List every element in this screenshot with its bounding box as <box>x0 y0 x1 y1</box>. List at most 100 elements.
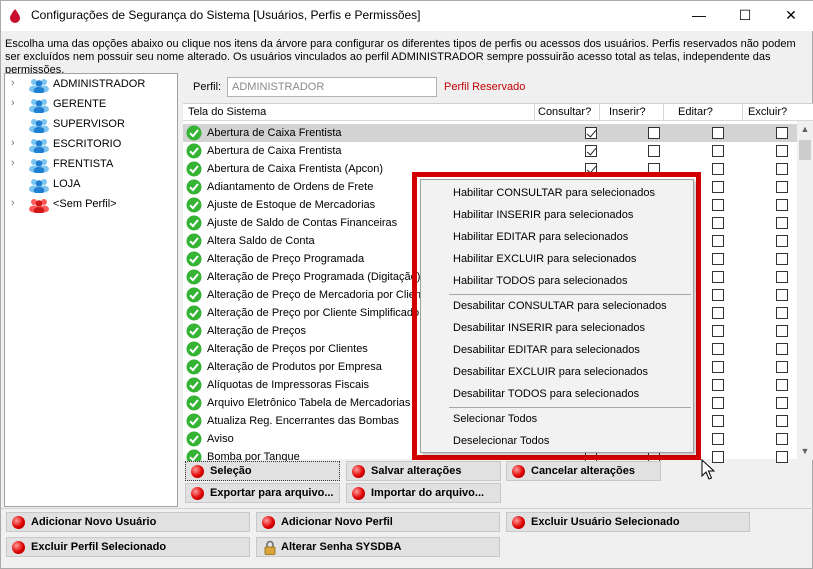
delete-checkbox[interactable] <box>776 127 788 139</box>
chevron-right-icon[interactable]: › <box>11 197 21 209</box>
delete-checkbox[interactable] <box>776 199 788 211</box>
tree-item-profile[interactable]: › ESCRITORIO <box>11 136 176 154</box>
edit-checkbox[interactable] <box>712 433 724 445</box>
edit-checkbox[interactable] <box>712 271 724 283</box>
screen-name: Alteração de Preço Programada (Digitação… <box>207 271 421 283</box>
tree-item-profile[interactable]: LOJA <box>11 176 176 194</box>
delete-checkbox[interactable] <box>776 451 788 463</box>
screen-name: Arquivo Eletrônico Tabela de Mercadorias <box>207 397 411 409</box>
column-consult[interactable]: Consultar? <box>538 106 591 118</box>
delete-checkbox[interactable] <box>776 181 788 193</box>
edit-checkbox[interactable] <box>712 361 724 373</box>
context-menu-item[interactable]: Desabilitar CONSULTAR para selecionados <box>453 300 667 312</box>
tree-item-label: ESCRITORIO <box>53 138 122 150</box>
add-profile-button[interactable]: Adicionar Novo Perfil <box>256 512 500 532</box>
context-menu-item[interactable]: Desabilitar EDITAR para selecionados <box>453 344 640 356</box>
delete-checkbox[interactable] <box>776 433 788 445</box>
column-insert[interactable]: Inserir? <box>609 106 646 118</box>
edit-checkbox[interactable] <box>712 199 724 211</box>
edit-checkbox[interactable] <box>712 253 724 265</box>
selection-button[interactable]: Seleção <box>185 461 340 481</box>
edit-checkbox[interactable] <box>712 307 724 319</box>
delete-checkbox[interactable] <box>776 253 788 265</box>
add-user-button[interactable]: Adicionar Novo Usuário <box>6 512 250 532</box>
grid-scrollbar[interactable]: ▲ ▼ <box>797 121 813 460</box>
context-menu-item[interactable]: Habilitar TODOS para selecionados <box>453 275 627 287</box>
delete-profile-button[interactable]: Excluir Perfil Selecionado <box>6 537 250 557</box>
profile-tree[interactable]: › ADMINISTRADOR › GERENTE SUPERVISOR › ESCRITO… <box>4 73 178 507</box>
edit-checkbox[interactable] <box>712 379 724 391</box>
delete-checkbox[interactable] <box>776 271 788 283</box>
tree-item-profile[interactable]: › GERENTE <box>11 96 176 114</box>
check-circle-icon <box>186 125 202 141</box>
column-screen[interactable]: Tela do Sistema <box>188 106 266 118</box>
edit-checkbox[interactable] <box>712 163 724 175</box>
insert-checkbox[interactable] <box>648 145 660 157</box>
delete-checkbox[interactable] <box>776 289 788 301</box>
delete-checkbox[interactable] <box>776 379 788 391</box>
column-delete[interactable]: Excluir? <box>748 106 787 118</box>
context-menu-item[interactable]: Selecionar Todos <box>453 413 537 425</box>
delete-checkbox[interactable] <box>776 163 788 175</box>
delete-checkbox[interactable] <box>776 235 788 247</box>
chevron-right-icon[interactable]: › <box>11 77 21 89</box>
context-menu-item[interactable]: Habilitar EXCLUIR para selecionados <box>453 253 636 265</box>
edit-checkbox[interactable] <box>712 181 724 193</box>
red-ball-icon <box>262 516 275 529</box>
consult-checkbox[interactable] <box>585 145 597 157</box>
edit-checkbox[interactable] <box>712 415 724 427</box>
context-menu-item[interactable]: Habilitar EDITAR para selecionados <box>453 231 628 243</box>
delete-checkbox[interactable] <box>776 397 788 409</box>
export-file-button[interactable]: Exportar para arquivo... <box>185 483 340 503</box>
chevron-right-icon[interactable]: › <box>11 157 21 169</box>
delete-checkbox[interactable] <box>776 217 788 229</box>
edit-checkbox[interactable] <box>712 145 724 157</box>
scroll-down-icon[interactable]: ▼ <box>797 443 813 460</box>
edit-checkbox[interactable] <box>712 325 724 337</box>
check-circle-icon <box>186 161 202 177</box>
context-menu-item[interactable]: Desabilitar INSERIR para selecionados <box>453 322 645 334</box>
scroll-up-icon[interactable]: ▲ <box>797 121 813 138</box>
column-edit[interactable]: Editar? <box>678 106 713 118</box>
cancel-changes-button[interactable]: Cancelar alterações <box>506 461 661 481</box>
delete-user-button[interactable]: Excluir Usuário Selecionado <box>506 512 750 532</box>
tree-item-profile[interactable]: › ADMINISTRADOR <box>11 76 176 94</box>
window-title: Configurações de Segurança do Sistema [U… <box>31 8 421 22</box>
context-menu-item[interactable]: Habilitar INSERIR para selecionados <box>453 209 633 221</box>
chevron-right-icon[interactable]: › <box>11 97 21 109</box>
maximize-button[interactable]: ☐ <box>722 1 768 31</box>
delete-checkbox[interactable] <box>776 145 788 157</box>
scroll-thumb[interactable] <box>799 140 811 160</box>
edit-checkbox[interactable] <box>712 397 724 409</box>
table-row[interactable]: Abertura de Caixa Frentista <box>183 142 797 160</box>
change-password-button[interactable]: Alterar Senha SYSDBA <box>256 537 500 557</box>
delete-checkbox[interactable] <box>776 361 788 373</box>
tree-item-profile[interactable]: SUPERVISOR <box>11 116 176 134</box>
tree-item-profile[interactable]: › FRENTISTA <box>11 156 176 174</box>
context-menu-item[interactable]: Habilitar CONSULTAR para selecionados <box>453 187 655 199</box>
delete-checkbox[interactable] <box>776 307 788 319</box>
edit-checkbox[interactable] <box>712 289 724 301</box>
chevron-right-icon[interactable]: › <box>11 137 21 149</box>
edit-checkbox[interactable] <box>712 235 724 247</box>
tree-item-profile[interactable]: › <Sem Perfil> <box>11 196 176 214</box>
context-menu-item[interactable]: Deselecionar Todos <box>453 435 549 447</box>
table-row[interactable]: Abertura de Caixa Frentista <box>183 124 797 142</box>
check-circle-icon <box>186 359 202 375</box>
users-group-icon <box>29 79 49 93</box>
delete-checkbox[interactable] <box>776 415 788 427</box>
profile-name-input[interactable]: ADMINISTRADOR <box>227 77 437 97</box>
delete-checkbox[interactable] <box>776 343 788 355</box>
minimize-button[interactable]: — <box>676 1 722 31</box>
context-menu-item[interactable]: Desabilitar EXCLUIR para selecionados <box>453 366 648 378</box>
edit-checkbox[interactable] <box>712 343 724 355</box>
save-changes-button[interactable]: Salvar alterações <box>346 461 501 481</box>
delete-checkbox[interactable] <box>776 325 788 337</box>
edit-checkbox[interactable] <box>712 217 724 229</box>
context-menu-item[interactable]: Desabilitar TODOS para selecionados <box>453 388 639 400</box>
close-button[interactable]: ✕ <box>768 1 813 31</box>
consult-checkbox[interactable] <box>585 127 597 139</box>
insert-checkbox[interactable] <box>648 127 660 139</box>
edit-checkbox[interactable] <box>712 127 724 139</box>
import-file-button[interactable]: Importar do arquivo... <box>346 483 501 503</box>
